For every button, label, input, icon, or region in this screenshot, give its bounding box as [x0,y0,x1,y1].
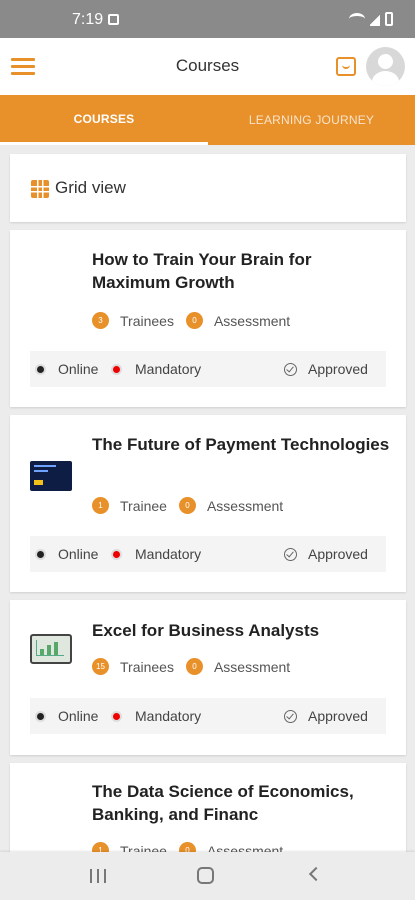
online-dot-icon [35,711,46,722]
status-bar: 7:19 [0,0,415,38]
course-stats: 3 Trainees 0 Assessment [92,312,302,329]
mandatory-dot-icon [111,711,122,722]
avatar-head [378,54,393,69]
avatar-body [372,71,399,86]
check-circle-icon [284,548,297,561]
grid-view-toggle[interactable]: Grid view [10,154,406,222]
avatar[interactable] [366,47,405,86]
recent-apps-icon[interactable] [90,869,106,883]
back-icon[interactable] [308,866,324,882]
course-card[interactable]: The Data Science of Economics, Banking, … [10,763,406,863]
trainees-count-badge: 3 [92,312,109,329]
notification-icon [108,14,119,25]
mode-label: Online [58,546,99,562]
trainees-label: Trainees [120,312,174,329]
status-icons [349,12,393,26]
wifi-icon [349,13,365,25]
requirement-label: Mandatory [135,546,202,562]
course-card[interactable]: How to Train Your Brain for Maximum Grow… [10,230,406,407]
grid-icon [31,180,49,198]
course-card[interactable]: The Future of Payment Technologies 1 Tra… [10,415,406,592]
approval-status: Approved [308,361,368,377]
mode-label: Online [58,708,99,724]
course-title: How to Train Your Brain for Maximum Grow… [92,250,312,292]
tab-courses[interactable]: COURSES [0,95,208,145]
check-circle-icon [284,710,297,723]
requirement-label: Mandatory [135,361,202,377]
tab-learning-journey[interactable]: LEARNING JOURNEY [208,95,415,145]
trainees-count-badge: 1 [92,497,109,514]
signal-icon [370,12,380,26]
course-thumbnail [30,634,72,664]
mandatory-dot-icon [111,364,122,375]
course-stats: 15 Trainees 0 Assessment [92,658,302,675]
grid-view-label: Grid view [55,178,126,197]
approval-status: Approved [308,708,368,724]
shopping-bag-icon[interactable] [336,57,356,76]
course-title: Excel for Business Analysts [92,621,320,640]
online-dot-icon [35,364,46,375]
assessment-count-badge: 0 [185,312,203,329]
course-status-row: Online Mandatory Approved [30,351,386,387]
course-title: The Data Science of Economics, Banking, … [92,782,354,824]
tab-bar: COURSES LEARNING JOURNEY [0,95,415,145]
mode-label: Online [58,361,99,377]
system-nav-bar [0,852,415,900]
battery-icon [385,12,393,26]
requirement-label: Mandatory [135,708,202,724]
assessment-label: Assessment [213,658,291,675]
course-stats: 1 Trainee 0 Assessment [92,497,295,514]
check-circle-icon [284,363,297,376]
course-title: The Future of Payment Technologies [92,435,390,454]
course-thumbnail [30,461,72,491]
online-dot-icon [35,549,46,560]
course-status-row: Online Mandatory Approved [30,698,386,734]
trainees-label: Trainees [120,658,174,675]
assessment-count-badge: 0 [185,658,203,675]
assessment-label: Assessment [206,497,284,514]
approval-status: Approved [308,546,368,562]
mandatory-dot-icon [111,549,122,560]
assessment-count-badge: 0 [178,497,196,514]
trainees-count-badge: 15 [92,658,109,675]
trainees-label: Trainee [120,497,167,514]
course-card[interactable]: Excel for Business Analysts 15 Trainees … [10,600,406,755]
assessment-label: Assessment [213,312,291,329]
course-status-row: Online Mandatory Approved [30,536,386,572]
app-bar: Courses [0,38,415,95]
status-time: 7:19 [72,11,104,28]
home-icon[interactable] [197,867,214,884]
